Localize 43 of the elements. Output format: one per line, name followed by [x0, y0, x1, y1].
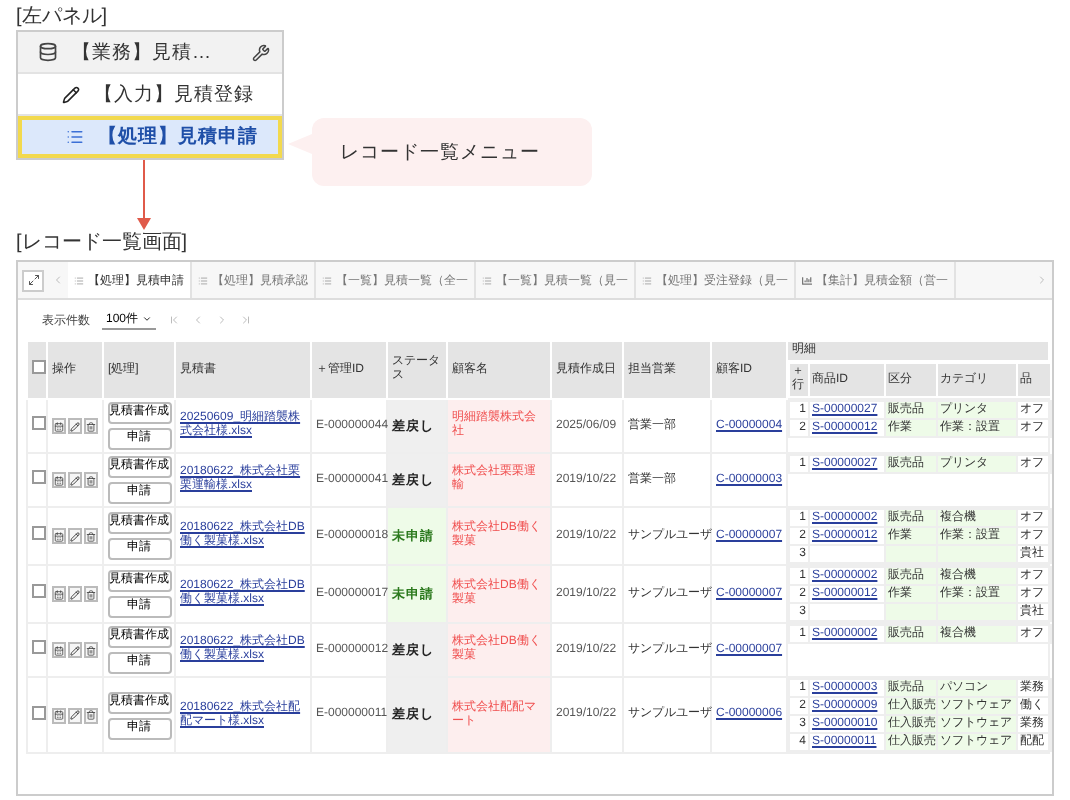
checkbox[interactable] [32, 360, 46, 374]
callout-text: レコード一覧メニュー [312, 118, 592, 186]
checkbox[interactable] [32, 416, 46, 430]
pencil-icon[interactable] [68, 586, 82, 602]
caret-icon [142, 314, 153, 324]
pencil-icon [62, 85, 80, 103]
expand-icon[interactable] [22, 269, 44, 291]
pencil-icon[interactable] [68, 707, 82, 723]
trash-icon[interactable] [84, 418, 98, 434]
checkbox[interactable] [32, 640, 46, 654]
calendar-icon[interactable] [52, 418, 66, 434]
list-icon [198, 275, 208, 285]
trash-icon[interactable] [84, 707, 98, 723]
calendar-icon[interactable] [52, 707, 66, 723]
list-icon [66, 128, 84, 146]
calendar-icon[interactable] [52, 642, 66, 658]
list-icon [482, 275, 492, 285]
database-icon [38, 42, 58, 62]
wrench-icon[interactable] [252, 43, 270, 61]
list-icon [322, 275, 332, 285]
bar-chart-icon [802, 275, 812, 285]
section-heading: [左パネル] [16, 6, 108, 30]
trash-icon[interactable] [84, 472, 98, 488]
menu-item[interactable]: 【業務】見積… [18, 32, 282, 74]
pencil-icon[interactable] [68, 418, 82, 434]
calendar-icon[interactable] [52, 586, 66, 602]
checkbox[interactable] [32, 705, 46, 719]
down-arrow [136, 160, 152, 232]
calendar-icon[interactable] [52, 472, 66, 488]
list-icon [642, 275, 652, 285]
trash-icon[interactable] [84, 642, 98, 658]
pencil-icon[interactable] [68, 528, 82, 544]
trash-icon[interactable] [84, 586, 98, 602]
calendar-icon[interactable] [52, 528, 66, 544]
menu-item[interactable]: 【処理】見積申請 [18, 116, 282, 158]
pencil-icon[interactable] [68, 642, 82, 658]
checkbox[interactable] [32, 584, 46, 598]
list-icon [74, 275, 84, 285]
checkbox[interactable] [32, 526, 46, 540]
pencil-icon[interactable] [68, 472, 82, 488]
trash-icon[interactable] [84, 528, 98, 544]
checkbox[interactable] [32, 470, 46, 484]
section-heading: [レコード一覧画面] [16, 232, 188, 256]
